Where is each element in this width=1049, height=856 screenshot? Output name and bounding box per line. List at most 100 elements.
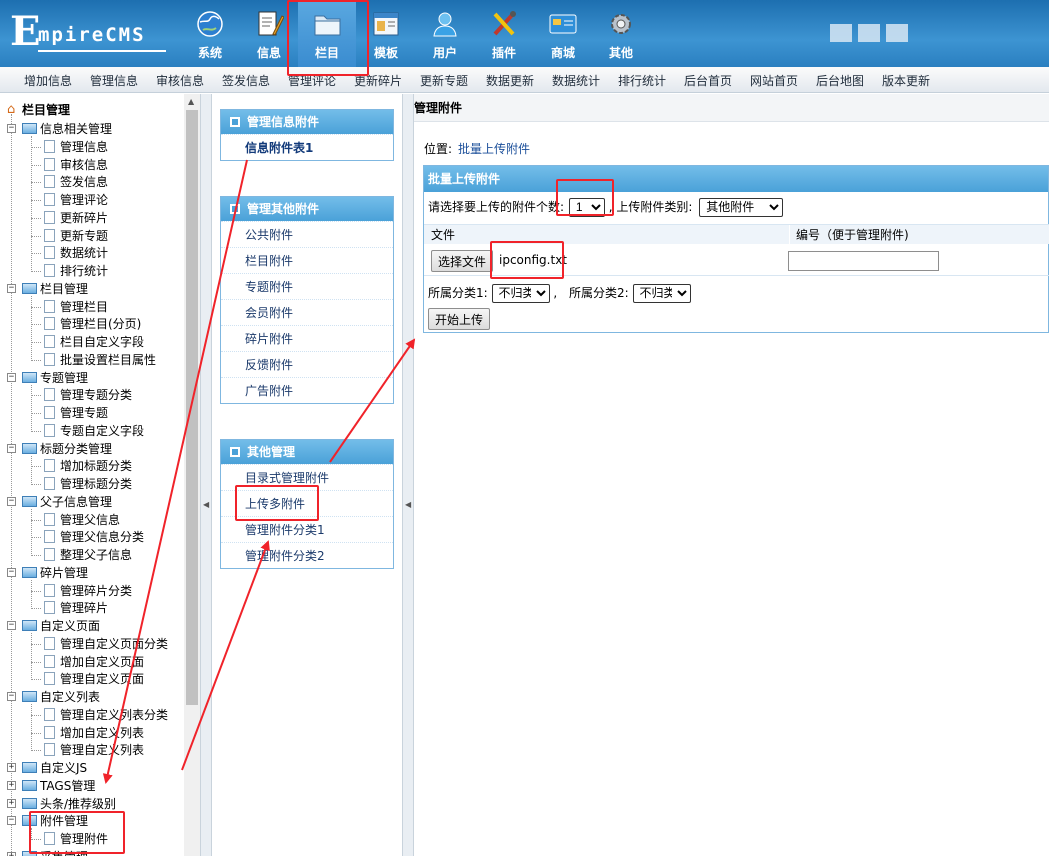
menu-item[interactable]: 目录式管理附件 — [221, 464, 393, 490]
topnav-tools[interactable]: 插件 — [475, 0, 533, 67]
collapse-icon[interactable]: − — [7, 816, 16, 826]
menu-item[interactable]: 管理附件分类1 — [221, 516, 393, 542]
page-icon — [44, 672, 55, 686]
menu-box-other-attachments: 管理其他附件 公共附件 栏目附件 专题附件 会员附件 碎片附件 反馈附件 广告附件 — [220, 196, 394, 404]
menu-item[interactable]: 上传多附件 — [221, 490, 393, 516]
subnav-link[interactable]: 数据更新 — [486, 72, 534, 89]
subnav-link[interactable]: 后台首页 — [684, 72, 732, 89]
topnav-card[interactable]: 商城 — [534, 0, 592, 67]
topnav-label: 其他 — [608, 46, 633, 60]
menu-box-header[interactable]: 管理其他附件 — [221, 197, 393, 221]
attachment-number-input[interactable] — [788, 251, 939, 271]
menu-item[interactable]: 碎片附件 — [221, 325, 393, 351]
subnav-link[interactable]: 排行统计 — [618, 72, 666, 89]
tree-item-label: 管理信息 — [60, 139, 109, 154]
col-file-header: 文件 — [431, 228, 456, 242]
subnav-link[interactable]: 更新专题 — [420, 72, 468, 89]
scroll-up-arrow-icon[interactable]: ▲ — [188, 97, 194, 106]
cat1-select[interactable]: 不归类 — [491, 283, 550, 303]
collapse-icon[interactable]: − — [7, 443, 16, 453]
box-collapse-icon[interactable] — [230, 204, 240, 214]
box-collapse-icon[interactable] — [230, 117, 240, 127]
folder-icon — [22, 282, 37, 294]
start-upload-button[interactable]: 开始上传 — [428, 308, 491, 330]
empirecms-logo[interactable]: E mpireCMS — [8, 8, 178, 56]
splitter-middle[interactable]: ◀ — [402, 94, 414, 856]
subnav-link[interactable]: 网站首页 — [750, 72, 798, 89]
tree-group-label: 栏目管理 — [40, 281, 89, 296]
folder-icon — [22, 371, 37, 383]
scrollbar-thumb[interactable] — [186, 110, 198, 705]
subnav-link[interactable]: 签发信息 — [222, 72, 270, 89]
collapse-icon[interactable]: − — [7, 621, 16, 630]
topnav-globe[interactable]: 系统 — [181, 0, 239, 67]
collapse-icon[interactable]: − — [7, 692, 16, 701]
form-title: 批量上传附件 — [424, 166, 1048, 192]
choose-file-button[interactable]: 选择文件 — [431, 250, 494, 272]
subnav-link[interactable]: 审核信息 — [156, 72, 204, 89]
tree-group-label: 自定义列表 — [40, 690, 101, 704]
tree-group-label: 标题分类管理 — [40, 441, 113, 456]
menu-item[interactable]: 管理附件分类2 — [221, 542, 393, 568]
collapse-icon[interactable]: − — [7, 496, 16, 506]
count-label: 请选择要上传的附件个数: — [428, 200, 565, 214]
expand-icon[interactable]: + — [7, 798, 16, 808]
topnav-document-pen[interactable]: 信息 — [240, 0, 298, 67]
menu-box-header[interactable]: 管理信息附件 — [221, 110, 393, 134]
cat2-select[interactable]: 不归类 — [632, 283, 691, 303]
collapse-icon[interactable]: − — [7, 567, 16, 577]
topnav-user[interactable]: 用户 — [416, 0, 474, 67]
type-select[interactable]: 其他附件 — [699, 197, 784, 217]
collapse-middle-icon[interactable]: ◀ — [405, 500, 411, 509]
topnav-label: 用户 — [432, 46, 457, 60]
collapse-icon[interactable]: − — [7, 372, 16, 382]
tree-item-label: 管理栏目(分页) — [60, 317, 142, 332]
tree-group-label: TAGS管理 — [40, 778, 96, 793]
page-icon — [44, 388, 55, 402]
menu-box-header[interactable]: 其他管理 — [221, 440, 393, 464]
attachment-menu: 管理信息附件 信息附件表1 管理其他附件 公共附件 栏目附件 专题附件 会员附件 碎片附… — [212, 94, 402, 856]
menu-item[interactable]: 专题附件 — [221, 273, 393, 299]
logo-underline — [38, 50, 166, 52]
menu-item[interactable]: 反馈附件 — [221, 351, 393, 377]
tree-scrollbar[interactable]: ▲ — [184, 94, 200, 856]
expand-icon[interactable]: + — [7, 851, 16, 856]
logo-initial: E — [10, 8, 41, 55]
subnav-link[interactable]: 更新碎片 — [354, 72, 402, 89]
menu-item[interactable]: 栏目附件 — [221, 247, 393, 273]
subnav-link[interactable]: 数据统计 — [552, 72, 600, 89]
tree-group-label: 父子信息管理 — [40, 494, 113, 509]
tree-item-label: 增加自定义列表 — [60, 725, 145, 740]
page-icon — [44, 707, 55, 721]
count-select[interactable]: 1 — [568, 197, 605, 217]
tree-item-label: 管理自定义页面 — [60, 672, 145, 687]
subnav-link[interactable]: 后台地图 — [816, 72, 864, 89]
menu-item[interactable]: 广告附件 — [221, 377, 393, 403]
menu-item[interactable]: 会员附件 — [221, 299, 393, 325]
breadcrumb-link[interactable]: 批量上传附件 — [458, 142, 530, 156]
menu-item[interactable]: 公共附件 — [221, 221, 393, 247]
topnav-window-template[interactable]: 模板 — [357, 0, 415, 67]
box-collapse-icon[interactable] — [230, 447, 240, 457]
collapse-icon[interactable]: − — [7, 124, 16, 133]
subnav-link[interactable]: 管理信息 — [90, 72, 138, 89]
page-icon — [44, 423, 55, 437]
page-icon — [44, 406, 55, 419]
splitter-left[interactable]: ◀ — [200, 94, 212, 856]
subnav-link[interactable]: 增加信息 — [24, 72, 72, 89]
subnav-link[interactable]: 版本更新 — [882, 72, 930, 89]
folder-icon — [22, 123, 37, 134]
topnav-folder[interactable]: 栏目 — [298, 0, 356, 67]
cat2-label: 所属分类2: — [569, 286, 629, 300]
folder-icon — [22, 566, 37, 578]
menu-item[interactable]: 信息附件表1 — [221, 134, 393, 160]
expand-icon[interactable]: + — [7, 763, 16, 772]
expand-icon[interactable]: + — [7, 780, 16, 790]
subnav-link[interactable]: 管理评论 — [288, 72, 336, 89]
collapse-left-icon[interactable]: ◀ — [203, 500, 209, 509]
tree-group-label: 碎片管理 — [40, 565, 89, 580]
topnav-gear[interactable]: 其他 — [592, 0, 650, 67]
collapse-icon[interactable]: − — [7, 283, 16, 293]
file-row: 选择文件 ipconfig.txt — [424, 246, 1049, 276]
tree-item-label: 管理自定义页面分类 — [60, 636, 169, 651]
